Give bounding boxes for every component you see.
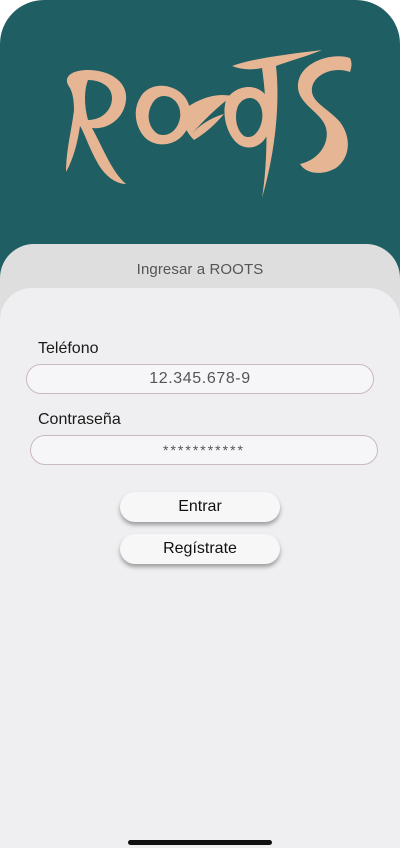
password-input[interactable]: *********** (30, 435, 378, 465)
roots-logo-icon (66, 50, 352, 198)
home-indicator[interactable] (128, 840, 272, 845)
password-label: Contraseña (38, 411, 121, 428)
phone-input[interactable]: 12.345.678-9 (26, 364, 374, 394)
page-title: Ingresar a ROOTS (136, 261, 264, 278)
register-button[interactable]: Regístrate (120, 534, 280, 564)
roots-logo (0, 0, 400, 250)
login-button[interactable]: Entrar (120, 492, 280, 522)
app-screen: Ingresar a ROOTS Teléfono 12.345.678-9 C… (0, 0, 400, 848)
phone-label: Teléfono (38, 340, 99, 357)
